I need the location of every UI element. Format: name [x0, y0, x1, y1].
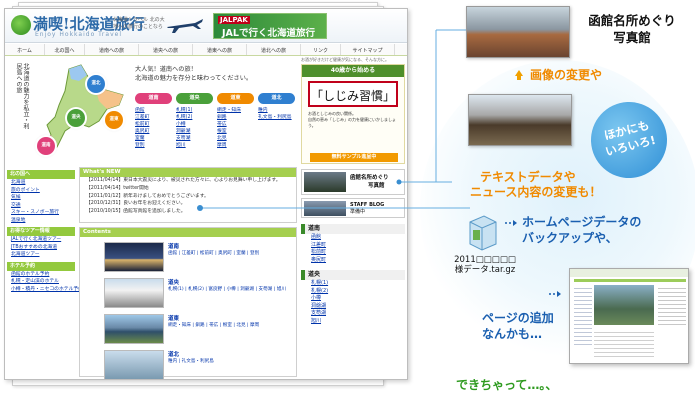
gallery-callout-photo: [466, 6, 570, 58]
dotted-arrow-icon: [549, 291, 561, 297]
text-change-line: テキストデータや: [480, 170, 576, 184]
added-page-thumbnail: [569, 268, 689, 364]
dotted-arrow-icon: [505, 220, 517, 226]
gallery-callout-label: 函館名所めぐり 写真館: [572, 12, 692, 46]
add-page-line: なんかも…: [482, 327, 543, 341]
backup-line: ホームページデータの: [522, 215, 642, 229]
connector-dot-news: [197, 205, 203, 211]
gallery-callout-line: 写真館: [613, 30, 651, 45]
add-page-text: ページの追加 なんかも…: [482, 310, 554, 342]
done-text: できちゃって…。、: [456, 378, 558, 392]
image-change-text: 画像の変更や: [530, 68, 603, 82]
text-change-line: ニュース内容の変更も！: [470, 185, 602, 199]
arrow-up-stem: [517, 75, 521, 80]
backup-text: ホームページデータの バックアップや、: [522, 214, 641, 246]
archive-file-icon: [469, 215, 497, 251]
archive-file-label-line: 様データ.tar.gz: [454, 265, 516, 275]
add-page-line: ページの追加: [482, 311, 554, 325]
text-change-text: テキストデータや ニュース内容の変更も！: [470, 170, 601, 200]
archive-file-label-line: 2011□□□□□: [454, 255, 516, 265]
connector-dot-photo: [396, 179, 402, 185]
gallery-callout-gate-photo: [468, 94, 572, 146]
more-bubble-text: ほかにも いろいろ!: [588, 113, 669, 162]
archive-file-label: 2011□□□□□ 様データ.tar.gz: [440, 255, 530, 275]
backup-line: バックアップや、: [522, 231, 618, 245]
gallery-callout-line: 函館名所めぐり: [588, 13, 676, 28]
